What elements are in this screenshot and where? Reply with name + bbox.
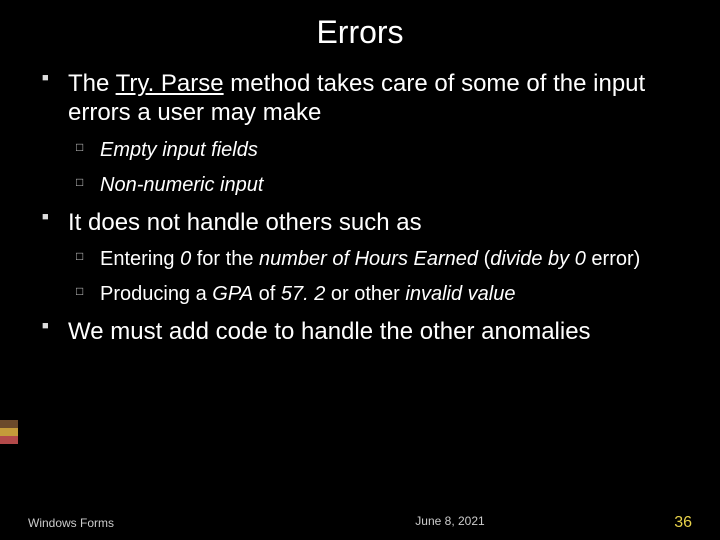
text-italic: invalid value: [405, 283, 515, 305]
bullet-lvl2: Empty input fields: [76, 138, 694, 163]
text: or other: [325, 283, 405, 305]
accent-swatch: [0, 420, 18, 428]
text: of: [253, 283, 281, 305]
bullet-lvl2: Non-numeric input: [76, 173, 694, 198]
bullet-lvl1: We must add code to handle the other ano…: [42, 317, 694, 346]
bullet-lvl1: It does not handle others such as: [42, 208, 694, 237]
text: Producing a: [100, 283, 212, 305]
slide-content: The Try. Parse method takes care of some…: [0, 69, 720, 346]
text: (: [478, 248, 490, 270]
text-italic: 57. 2: [281, 283, 325, 305]
slide-footer: Windows Forms June 8, 2021 36: [0, 514, 720, 532]
bullet-lvl2: Producing a GPA of 57. 2 or other invali…: [76, 282, 694, 307]
text-italic: GPA: [212, 283, 253, 305]
bullet-lvl2: Entering 0 for the number of Hours Earne…: [76, 247, 694, 272]
accent-swatch: [0, 428, 18, 436]
accent-swatch: [0, 436, 18, 444]
text: The: [68, 70, 116, 97]
bullet-lvl1: The Try. Parse method takes care of some…: [42, 69, 694, 128]
text-italic: 0: [180, 248, 191, 270]
text-italic: number of Hours Earned: [259, 248, 478, 270]
text-underlined: Try. Parse: [116, 70, 224, 97]
text: for the: [191, 248, 259, 270]
footer-date: June 8, 2021: [0, 514, 720, 528]
text-italic: divide by 0: [490, 248, 586, 270]
text: Entering: [100, 248, 180, 270]
text: error): [586, 248, 640, 270]
accent-strip: [0, 420, 18, 444]
slide-title: Errors: [0, 0, 720, 59]
